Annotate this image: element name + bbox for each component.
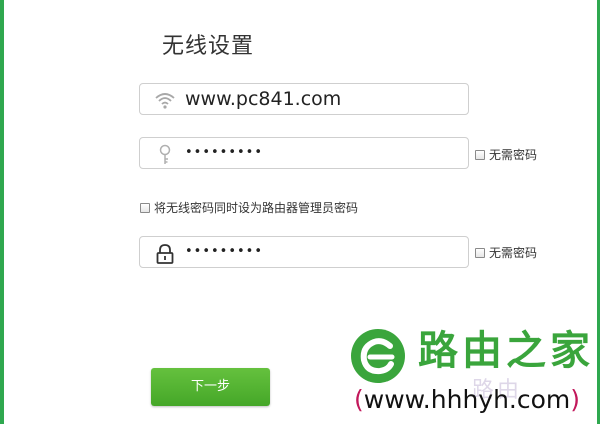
brand-logo-icon (351, 329, 405, 383)
wifi-no-password-option[interactable]: 无需密码 (475, 146, 537, 163)
wifi-icon (154, 90, 176, 110)
page-title: 无线设置 (162, 34, 255, 59)
admin-password-value: ••••••••• (185, 244, 264, 259)
watermark-url-close: ) (570, 385, 581, 414)
sync-admin-password-checkbox[interactable] (140, 202, 150, 213)
watermark-brand: 路由之家 (418, 328, 594, 374)
admin-no-password-checkbox[interactable] (475, 247, 485, 258)
admin-password-field[interactable]: ••••••••• (139, 236, 469, 268)
wifi-password-field[interactable]: ••••••••• (139, 137, 469, 169)
lock-icon (154, 243, 176, 264)
admin-no-password-option[interactable]: 无需密码 (475, 244, 537, 261)
watermark-url-open: ( (354, 385, 364, 414)
key-icon (154, 144, 176, 164)
wifi-no-password-checkbox[interactable] (475, 149, 485, 160)
next-step-button[interactable]: 下一步 (151, 368, 270, 406)
admin-no-password-label: 无需密码 (489, 246, 538, 260)
wifi-password-value: ••••••••• (185, 145, 264, 160)
wifi-name-value: www.pc841.com (185, 88, 342, 110)
wifi-name-field[interactable]: www.pc841.com (139, 83, 469, 115)
left-edge-bar (0, 0, 4, 424)
watermark-url: (www.hhhyh.com) (354, 384, 580, 416)
sync-admin-password-label: 将无线密码同时设为路由器管理员密码 (154, 201, 359, 215)
wifi-no-password-label: 无需密码 (489, 148, 538, 162)
sync-admin-password-option[interactable]: 将无线密码同时设为路由器管理员密码 (140, 199, 358, 216)
watermark-url-text: www.hhhyh.com (363, 385, 571, 414)
